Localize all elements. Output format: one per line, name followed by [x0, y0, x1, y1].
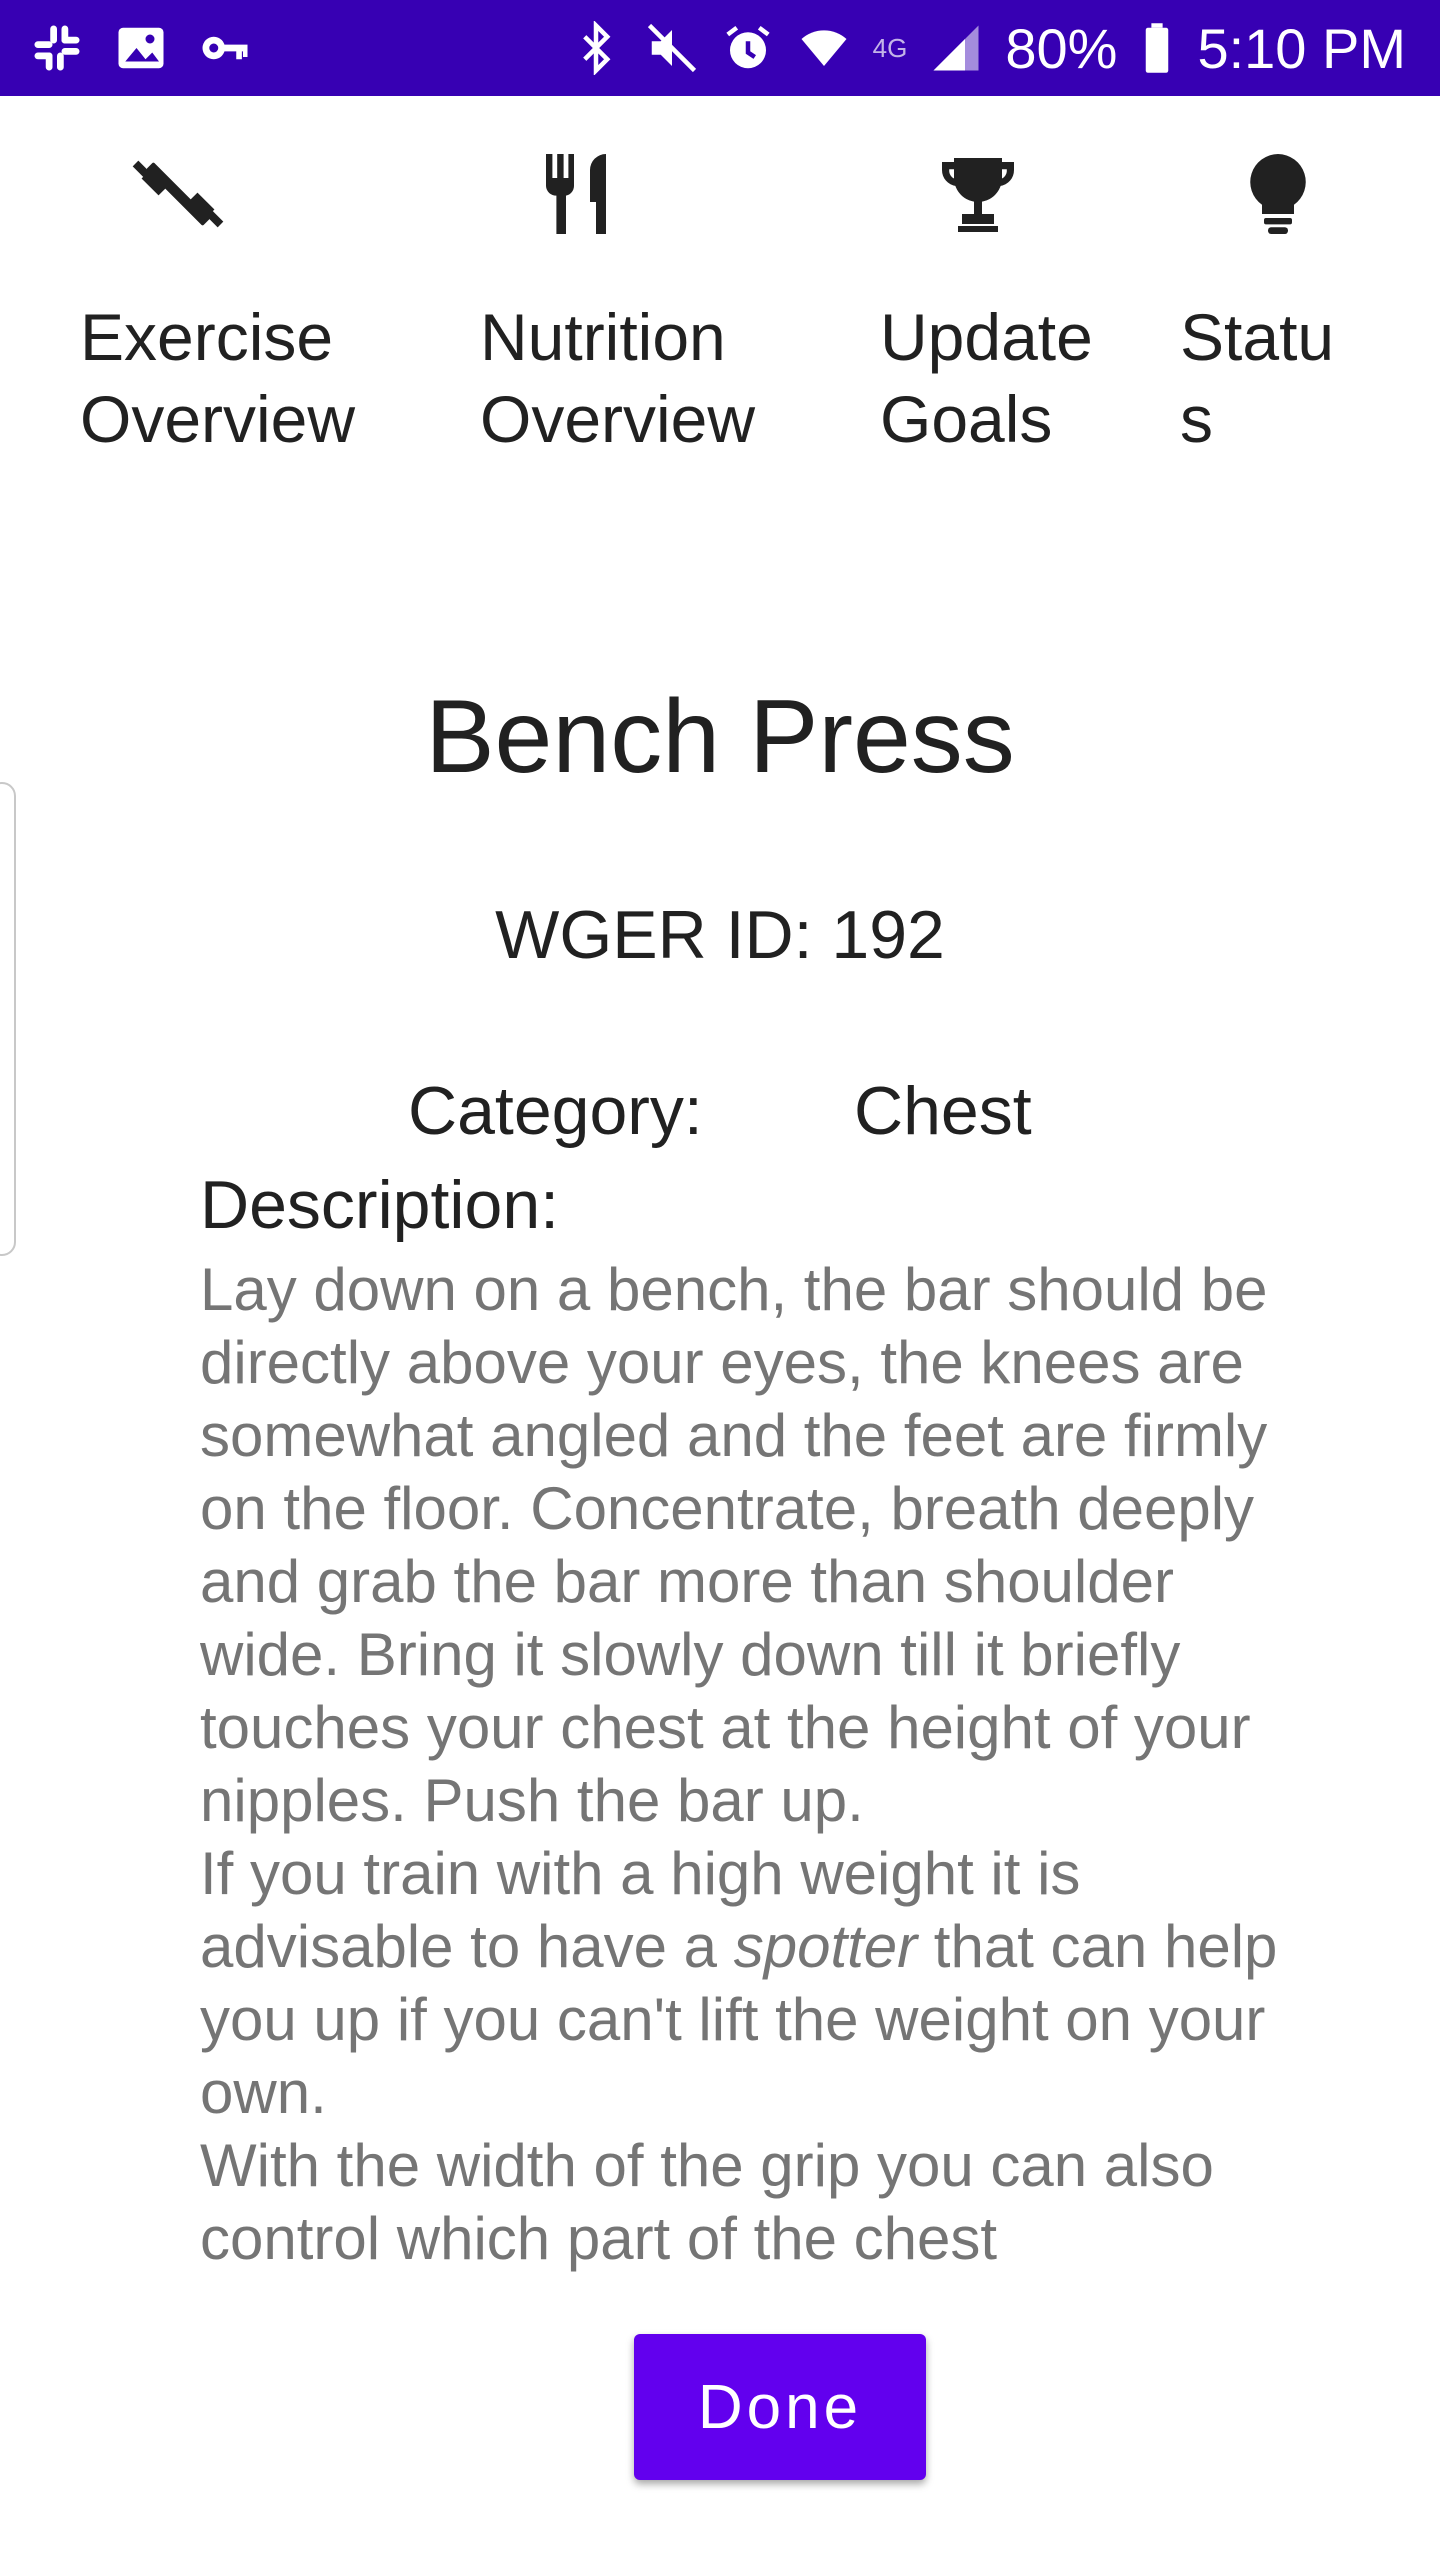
alarm-icon [721, 21, 775, 75]
signal-icon [929, 21, 983, 75]
exercise-title: Bench Press [425, 679, 1015, 795]
nav-label: Update Goals [880, 300, 1093, 456]
battery-percent: 80% [1005, 16, 1118, 80]
battery-icon [1139, 21, 1175, 75]
lightbulb-icon [1230, 146, 1326, 242]
nav-label: Nutrition Overview [480, 300, 756, 456]
network-type: 4G [872, 32, 908, 63]
nav-label: Statu s [1180, 300, 1335, 456]
status-bar: 4G 80% 5:10 PM [0, 0, 1440, 96]
description-scroll[interactable]: Lay down on a bench, the bar should be d… [200, 1253, 1310, 2346]
nav-item-update-goals[interactable]: Update Goals [880, 96, 1160, 496]
image-icon [114, 21, 168, 75]
status-bar-left [30, 21, 282, 75]
mute-icon [645, 21, 699, 75]
description-emphasis: spotter [733, 1913, 918, 1980]
description-text: Lay down on a bench, the bar should be d… [200, 1253, 1310, 2275]
trophy-icon [930, 146, 1026, 242]
nav-item-exercise-overview[interactable]: Exercise Overview [80, 96, 420, 496]
description-paragraph: If you train with a high weight it is ad… [200, 1837, 1310, 2129]
top-nav: Exercise Overview Nutrition Overview Upd… [0, 96, 1440, 516]
description-paragraph: Lay down on a bench, the bar should be d… [200, 1256, 1268, 1834]
key-icon [198, 21, 252, 75]
clock: 5:10 PM [1197, 16, 1406, 80]
done-button[interactable]: Done [634, 2334, 926, 2480]
nav-label: Exercise Overview [80, 300, 356, 456]
bluetooth-icon [569, 21, 623, 75]
slack-icon [30, 21, 84, 75]
dumbbell-icon [130, 146, 226, 242]
nav-item-status[interactable]: Statu s [1180, 96, 1400, 496]
fork-knife-icon [530, 146, 626, 242]
category-value: Chest [854, 1073, 1032, 1149]
description-label: Description: [200, 1167, 560, 1243]
wifi-icon [797, 21, 851, 75]
wger-id: WGER ID: 192 [495, 897, 945, 973]
edge-panel-handle[interactable] [0, 782, 16, 1256]
nav-item-nutrition-overview[interactable]: Nutrition Overview [480, 96, 820, 496]
category-label: Category: [408, 1073, 703, 1149]
description-paragraph: With the width of the grip you can also … [200, 2132, 1214, 2272]
status-bar-right: 4G 80% 5:10 PM [547, 16, 1406, 81]
